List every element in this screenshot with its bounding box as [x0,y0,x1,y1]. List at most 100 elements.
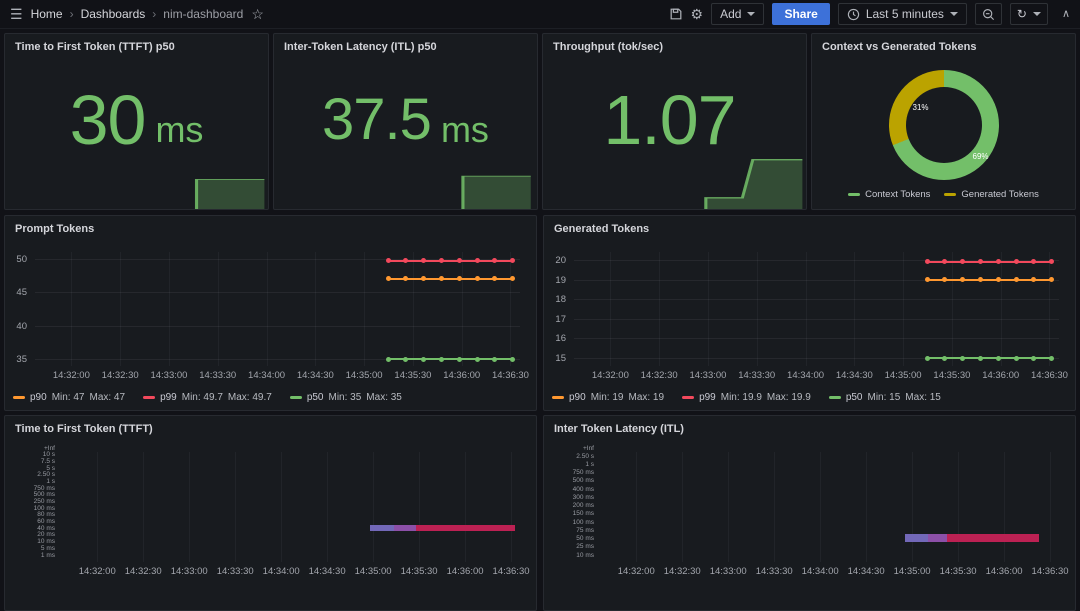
legend-item[interactable]: p90Min: 47Max: 47 [13,392,125,403]
legend-swatch [829,396,841,399]
ttft-heatmap-chart[interactable]: 14:32:0014:32:3014:33:0014:33:3014:34:00… [5,442,536,610]
grid-line-vertical [235,452,236,562]
breadcrumb-home[interactable]: Home [31,7,63,21]
zoom-out-button[interactable] [975,3,1002,25]
donut-box: 69% 31% [889,70,999,180]
series-point [403,276,408,281]
menu-icon[interactable]: ☰ [10,7,23,21]
x-tick-label: 14:32:30 [92,370,148,381]
refresh-button[interactable]: ↻ [1010,3,1048,25]
series-point [457,357,462,362]
grid-line-vertical [218,252,219,366]
collapse-icon[interactable]: ∧ [1062,9,1070,20]
grid-line-vertical [97,452,98,562]
x-tick-label: 14:36:30 [1021,370,1075,381]
series-point [510,258,515,263]
grid-line-horizontal [35,292,520,293]
donut-pct-generated: 31% [913,103,929,112]
series-point [475,276,480,281]
x-tick-label: 14:35:00 [336,370,392,381]
heatmap-cell [905,534,928,541]
share-button[interactable]: Share [772,3,829,25]
prompt-tokens-chart[interactable]: 14:32:0014:32:3014:33:0014:33:3014:34:00… [5,242,536,410]
legend-swatch [848,193,860,196]
legend-item[interactable]: p99Min: 49.7Max: 49.7 [143,392,272,403]
stat-value: 1.07 [543,60,806,179]
legend-max-value: Max: 49.7 [228,392,272,403]
grid-line-vertical [708,252,709,366]
legend-series-name: p50 [846,392,863,403]
y-tick-label: 100 ms [544,519,594,526]
top-navigation-bar: ☰ Home › Dashboards › nim-dashboard ☆ ⚙ … [0,0,1080,29]
series-point [492,276,497,281]
series-point [942,259,947,264]
series-point [978,259,983,264]
x-tick-label: 14:36:30 [482,370,536,381]
y-tick-label: 2.50 s [544,453,594,460]
legend-swatch [552,396,564,399]
donut-legend: Context Tokens Generated Tokens [812,189,1075,200]
y-tick-label: 200 ms [544,502,594,509]
grid-line-vertical [610,252,611,366]
series-point [421,276,426,281]
legend-min-value: Min: 15 [868,392,901,403]
series-point [386,276,391,281]
stat-number: 30 [70,85,146,155]
donut-chart[interactable] [889,70,999,180]
legend-item[interactable]: p99Min: 19.9Max: 19.9 [682,392,811,403]
series-point [403,258,408,263]
series-point [386,258,391,263]
breadcrumb-dashboards[interactable]: Dashboards [81,7,146,21]
settings-icon[interactable]: ⚙ [691,7,704,21]
generated-tokens-chart[interactable]: 14:32:0014:32:3014:33:0014:33:3014:34:00… [544,242,1075,410]
legend-label: Generated Tokens [961,189,1038,200]
grid-line-vertical [364,252,365,366]
panel-ttft-p50: Time to First Token (TTFT) p50 30 ms [4,33,269,210]
y-tick-label: 300 ms [544,494,594,501]
legend-swatch [13,396,25,399]
save-dashboard-icon[interactable] [669,7,683,21]
star-icon[interactable]: ☆ [251,7,264,21]
legend-max-value: Max: 35 [366,392,402,403]
stat-number: 1.07 [603,85,735,155]
grid-line-vertical [419,452,420,562]
panel-generated-tokens: Generated Tokens 14:32:0014:32:3014:33:0… [543,215,1076,411]
legend-series-name: p50 [307,392,324,403]
refresh-icon: ↻ [1017,7,1027,21]
x-tick-label: 14:34:00 [778,370,834,381]
grid-line-vertical [728,452,729,562]
grid-line-vertical [757,252,758,366]
grid-line-vertical [465,452,466,562]
heatmap-cell [947,534,1039,541]
grid-line-vertical [281,452,282,562]
legend-item[interactable]: p50Min: 15Max: 15 [829,392,941,403]
add-button[interactable]: Add [711,3,764,25]
legend-item[interactable]: p90Min: 19Max: 19 [552,392,664,403]
x-tick-label: 14:35:30 [385,370,441,381]
grid-line-horizontal [574,299,1059,300]
y-tick-label: 50 [5,254,27,265]
series-point [925,259,930,264]
y-tick-label: 1 ms [5,552,55,559]
grid-line-vertical [1049,252,1050,366]
itl-heatmap-chart[interactable]: 14:32:0014:32:3014:33:0014:33:3014:34:00… [544,442,1075,610]
legend-swatch [682,396,694,399]
legend-swatch [944,193,956,196]
refresh-interval-caret[interactable] [1033,12,1041,16]
legend-item-generated-tokens[interactable]: Generated Tokens [944,189,1038,200]
panel-throughput: Throughput (tok/sec) 1.07 [542,33,807,210]
legend-item-context-tokens[interactable]: Context Tokens [848,189,930,200]
clock-icon [847,8,860,21]
series-point [942,356,947,361]
breadcrumb-separator: › [152,7,156,21]
series-point [386,357,391,362]
breadcrumb-separator: › [70,7,74,21]
y-tick-label: 400 ms [544,486,594,493]
grid-line-vertical [774,452,775,562]
legend-item[interactable]: p50Min: 35Max: 35 [290,392,402,403]
series-point [421,357,426,362]
y-tick-label: 40 [5,321,27,332]
series-point [996,356,1001,361]
time-range-picker[interactable]: Last 5 minutes [838,3,967,25]
grid-line-horizontal [35,326,520,327]
